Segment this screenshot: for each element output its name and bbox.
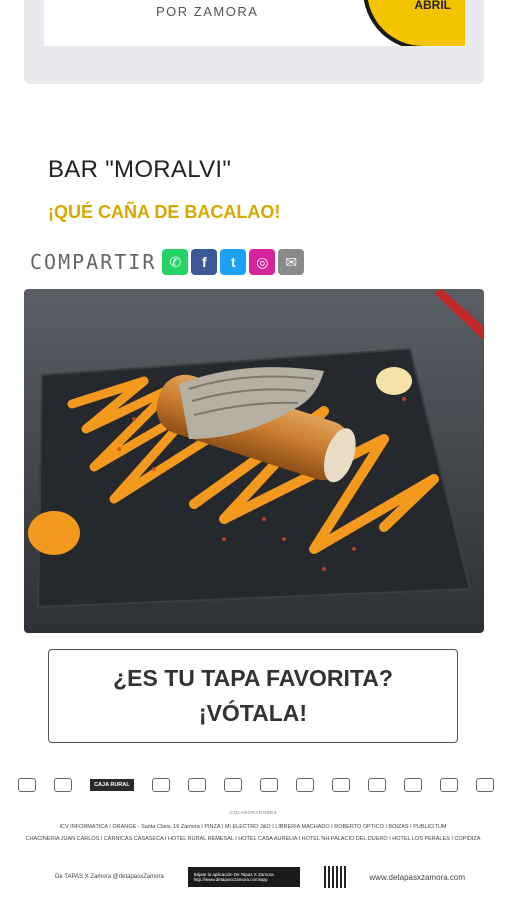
website-link[interactable]: www.detapasxzamora.com <box>369 873 465 882</box>
email-icon[interactable]: ✉ <box>278 249 305 275</box>
top-banner-card: POR ZAMORA ABRIL <box>24 0 484 84</box>
collaborators-line-2: CHACINERIA JUAN CARLOS I CARNICAS CASASE… <box>25 836 481 842</box>
event-logo: POR ZAMORA <box>156 4 258 19</box>
vote-button[interactable]: ¿ES TU TAPA FAVORITA? ¡VÓTALA! <box>48 649 458 743</box>
event-banner[interactable]: POR ZAMORA ABRIL <box>44 0 465 46</box>
sponsor-logo <box>259 778 278 792</box>
collaborators-line-1: ICV INFORMÁTICA I ORANGE - Santa Clara, … <box>59 824 447 830</box>
bar-title: BAR "MORALVI" <box>48 156 232 183</box>
social-handles[interactable]: De TAPAS X Zamora @detapasxZamora <box>55 874 164 880</box>
qr-code-icon[interactable] <box>323 866 346 888</box>
date-badge: ABRIL <box>363 0 465 46</box>
sponsor-logo <box>151 778 170 792</box>
sponsor-logo <box>331 778 350 792</box>
sponsor-logo <box>187 778 206 792</box>
sponsor-logo <box>18 778 36 792</box>
sponsor-logo <box>54 778 73 792</box>
vote-line-2: ¡VÓTALA! <box>198 700 308 726</box>
tapa-photo <box>24 289 484 633</box>
vote-line-1: ¿ES TU TAPA FAVORITA? <box>113 665 393 691</box>
collaborators-title: COLABORADORES <box>229 810 278 815</box>
instagram-icon[interactable]: ◎ <box>249 249 276 275</box>
share-label: COMPARTIR <box>30 250 157 274</box>
event-logo-text: POR ZAMORA <box>156 4 259 19</box>
sponsor-logo <box>295 778 314 792</box>
sponsor-logo <box>223 778 242 792</box>
whatsapp-icon[interactable]: ✆ <box>162 249 189 275</box>
date-badge-text: ABRIL <box>414 0 451 12</box>
sponsor-logo <box>475 778 494 792</box>
sponsor-logo <box>403 778 422 792</box>
tapa-name: ¡QUÉ CAÑA DE BACALAO! <box>48 202 281 222</box>
app-download-box[interactable]: Bájate la aplicación De Tapas X Zamora h… <box>187 867 300 887</box>
sponsor-logo <box>439 778 458 792</box>
twitter-icon[interactable]: t <box>220 249 247 275</box>
app-line-2: http://www.detapasxzamora.com/app <box>193 877 268 882</box>
facebook-icon[interactable]: f <box>191 249 218 275</box>
sponsor-logo: CAJA RURAL <box>90 779 134 791</box>
share-bar: COMPARTIR ✆ f t ◎ ✉ <box>30 248 307 276</box>
footer: De TAPAS X Zamora @detapasxZamora Bájate… <box>55 866 465 888</box>
tapa-photo-image <box>24 289 484 633</box>
sponsor-logos: CAJA RURAL <box>18 770 494 800</box>
sponsor-logo <box>367 778 386 792</box>
